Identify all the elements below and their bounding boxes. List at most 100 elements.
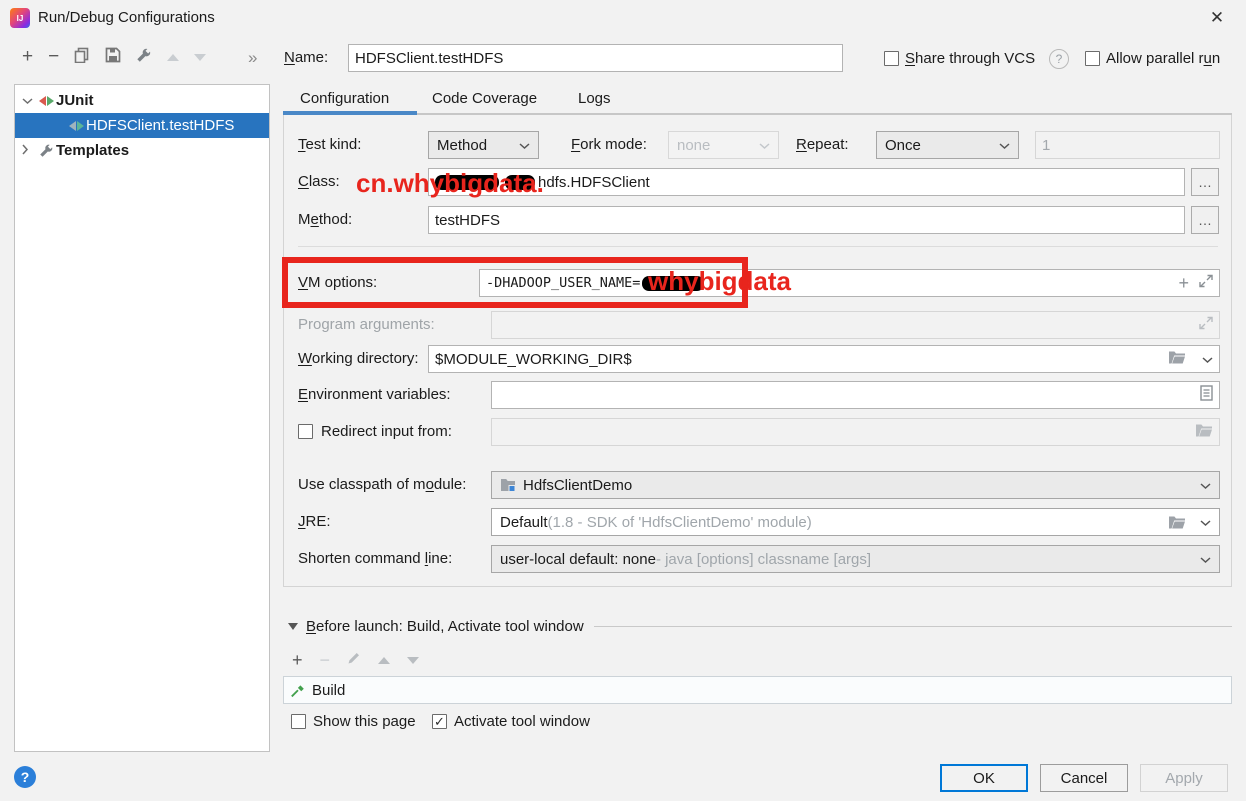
- add-vm-option-icon[interactable]: +: [1178, 274, 1189, 292]
- vm-options-label: VM options:: [298, 274, 378, 291]
- configurations-toolbar: + −: [22, 46, 207, 68]
- tree-item-label: Templates: [56, 142, 130, 159]
- expand-field-icon[interactable]: [1199, 274, 1213, 292]
- environment-variables-input[interactable]: [491, 381, 1220, 409]
- activate-tool-window-checkbox[interactable]: [432, 714, 447, 729]
- program-arguments-label: Program arguments:: [298, 316, 435, 333]
- chevron-down-icon: [759, 137, 770, 154]
- help-icon[interactable]: ?: [14, 766, 36, 788]
- dialog-title: Run/Debug Configurations: [38, 9, 215, 26]
- environment-variables-label: Environment variables:: [298, 386, 451, 403]
- tab-configuration[interactable]: Configuration: [300, 90, 389, 107]
- redaction-blob: [642, 275, 705, 291]
- vcs-help-icon[interactable]: ?: [1049, 49, 1069, 69]
- chevron-down-icon: [999, 137, 1010, 154]
- fork-mode-label: Fork mode:: [571, 136, 647, 153]
- working-directory-input[interactable]: $MODULE_WORKING_DIR$: [428, 345, 1220, 373]
- run-debug-configurations-dialog: IJ Run/Debug Configurations ✕ + − » JUni…: [0, 0, 1246, 801]
- show-this-page-label: Show this page: [313, 713, 416, 730]
- chevron-down-icon[interactable]: [1202, 351, 1213, 368]
- before-launch-title: Before launch: Build, Activate tool wind…: [306, 618, 584, 635]
- move-up-icon[interactable]: [167, 53, 180, 61]
- add-task-icon[interactable]: +: [292, 651, 303, 669]
- name-input[interactable]: HDFSClient.testHDFS: [348, 44, 843, 72]
- redirect-input-checkbox[interactable]: [298, 424, 313, 439]
- ok-button[interactable]: OK: [940, 764, 1028, 792]
- shorten-command-line-select[interactable]: user-local default: none - java [options…: [491, 545, 1220, 573]
- chevron-down-icon: [519, 137, 530, 154]
- chevron-down-icon: [1200, 514, 1211, 531]
- allow-parallel-run-label: Allow parallel run: [1106, 50, 1221, 67]
- class-browse-button[interactable]: …: [1191, 168, 1219, 196]
- name-label: Name:: [284, 49, 329, 66]
- tab-code-coverage[interactable]: Code Coverage: [432, 90, 537, 107]
- apply-button[interactable]: Apply: [1140, 764, 1228, 792]
- test-kind-label: Test kind:: [298, 136, 362, 153]
- browse-variables-icon[interactable]: [1200, 385, 1213, 405]
- move-down-icon[interactable]: [194, 53, 207, 61]
- edit-task-icon[interactable]: [347, 651, 361, 670]
- form-separator: [298, 246, 1218, 247]
- copy-configuration-icon[interactable]: [74, 47, 90, 68]
- tree-item-junit[interactable]: JUnit: [15, 88, 269, 113]
- jre-select[interactable]: Default (1.8 - SDK of 'HdfsClientDemo' m…: [491, 508, 1220, 536]
- show-this-page-checkbox[interactable]: [291, 714, 306, 729]
- repeat-count-input: 1: [1035, 131, 1220, 159]
- chevron-down-icon[interactable]: [22, 92, 33, 109]
- class-input[interactable]: hdfs.HDFSClient: [428, 168, 1185, 196]
- save-configuration-icon[interactable]: [105, 47, 121, 68]
- class-label: Class:: [298, 173, 340, 190]
- folder-icon[interactable]: [1168, 351, 1186, 368]
- redirect-input-label: Redirect input from:: [321, 423, 452, 440]
- chevron-down-icon: [1200, 477, 1211, 494]
- configuration-form: Test kind: Method Fork mode: none Repeat…: [283, 115, 1232, 587]
- close-icon[interactable]: ✕: [1202, 6, 1232, 30]
- remove-configuration-icon[interactable]: −: [48, 47, 59, 66]
- redaction-blob: [435, 174, 499, 190]
- before-launch-rule: [593, 626, 1232, 627]
- jre-label: JRE:: [298, 513, 331, 530]
- before-launch-task-build[interactable]: Build: [283, 676, 1232, 704]
- tree-item-hdfsclient-testhdfs[interactable]: HDFSClient.testHDFS: [15, 113, 269, 138]
- configurations-tree: JUnit HDFSClient.testHDFS Templates: [14, 84, 270, 752]
- method-input[interactable]: testHDFS: [428, 206, 1185, 234]
- folder-icon: [1195, 424, 1213, 441]
- test-kind-select[interactable]: Method: [428, 131, 539, 159]
- redirect-input-input: [491, 418, 1220, 446]
- tree-item-label: JUnit: [56, 92, 94, 109]
- activate-tool-window-option: Activate tool window: [432, 713, 590, 730]
- collapse-triangle-icon[interactable]: [288, 623, 298, 630]
- chevron-right-icon[interactable]: [22, 142, 29, 159]
- cancel-button[interactable]: Cancel: [1040, 764, 1128, 792]
- move-task-down-icon[interactable]: [407, 656, 420, 664]
- allow-parallel-run-checkbox[interactable]: [1085, 51, 1100, 66]
- remove-task-icon[interactable]: −: [320, 651, 331, 669]
- fork-mode-select: none: [668, 131, 779, 159]
- vm-options-input[interactable]: -DHADOOP_USER_NAME= +: [479, 269, 1220, 297]
- folder-icon[interactable]: [1168, 516, 1186, 529]
- use-classpath-label: Use classpath of module:: [298, 476, 467, 493]
- repeat-label: Repeat:: [796, 136, 849, 153]
- program-arguments-input: [491, 311, 1220, 339]
- toolbar-overflow-icon[interactable]: »: [248, 48, 258, 68]
- wrench-icon: [39, 143, 54, 158]
- show-this-page-option: Show this page: [291, 713, 416, 730]
- working-directory-label: Working directory:: [298, 350, 419, 367]
- tree-item-templates[interactable]: Templates: [15, 138, 269, 163]
- tab-logs[interactable]: Logs: [578, 90, 611, 107]
- share-through-vcs-checkbox[interactable]: [884, 51, 899, 66]
- edit-templates-icon[interactable]: [136, 47, 152, 68]
- activate-tool-window-label: Activate tool window: [454, 713, 590, 730]
- intellij-logo-icon: IJ: [10, 8, 30, 28]
- move-task-up-icon[interactable]: [378, 656, 391, 664]
- share-through-vcs-label: Share through VCS: [905, 50, 1036, 67]
- shorten-command-line-label: Shorten command line:: [298, 550, 453, 567]
- add-configuration-icon[interactable]: +: [22, 47, 33, 66]
- classpath-module-select[interactable]: HdfsClientDemo: [491, 471, 1220, 499]
- build-hammer-icon: [290, 683, 305, 698]
- method-browse-button[interactable]: …: [1191, 206, 1219, 234]
- repeat-select[interactable]: Once: [876, 131, 1019, 159]
- redaction-blob: [505, 174, 535, 190]
- selected-tab-indicator: [283, 111, 417, 115]
- before-launch-header[interactable]: Before launch: Build, Activate tool wind…: [288, 618, 1232, 635]
